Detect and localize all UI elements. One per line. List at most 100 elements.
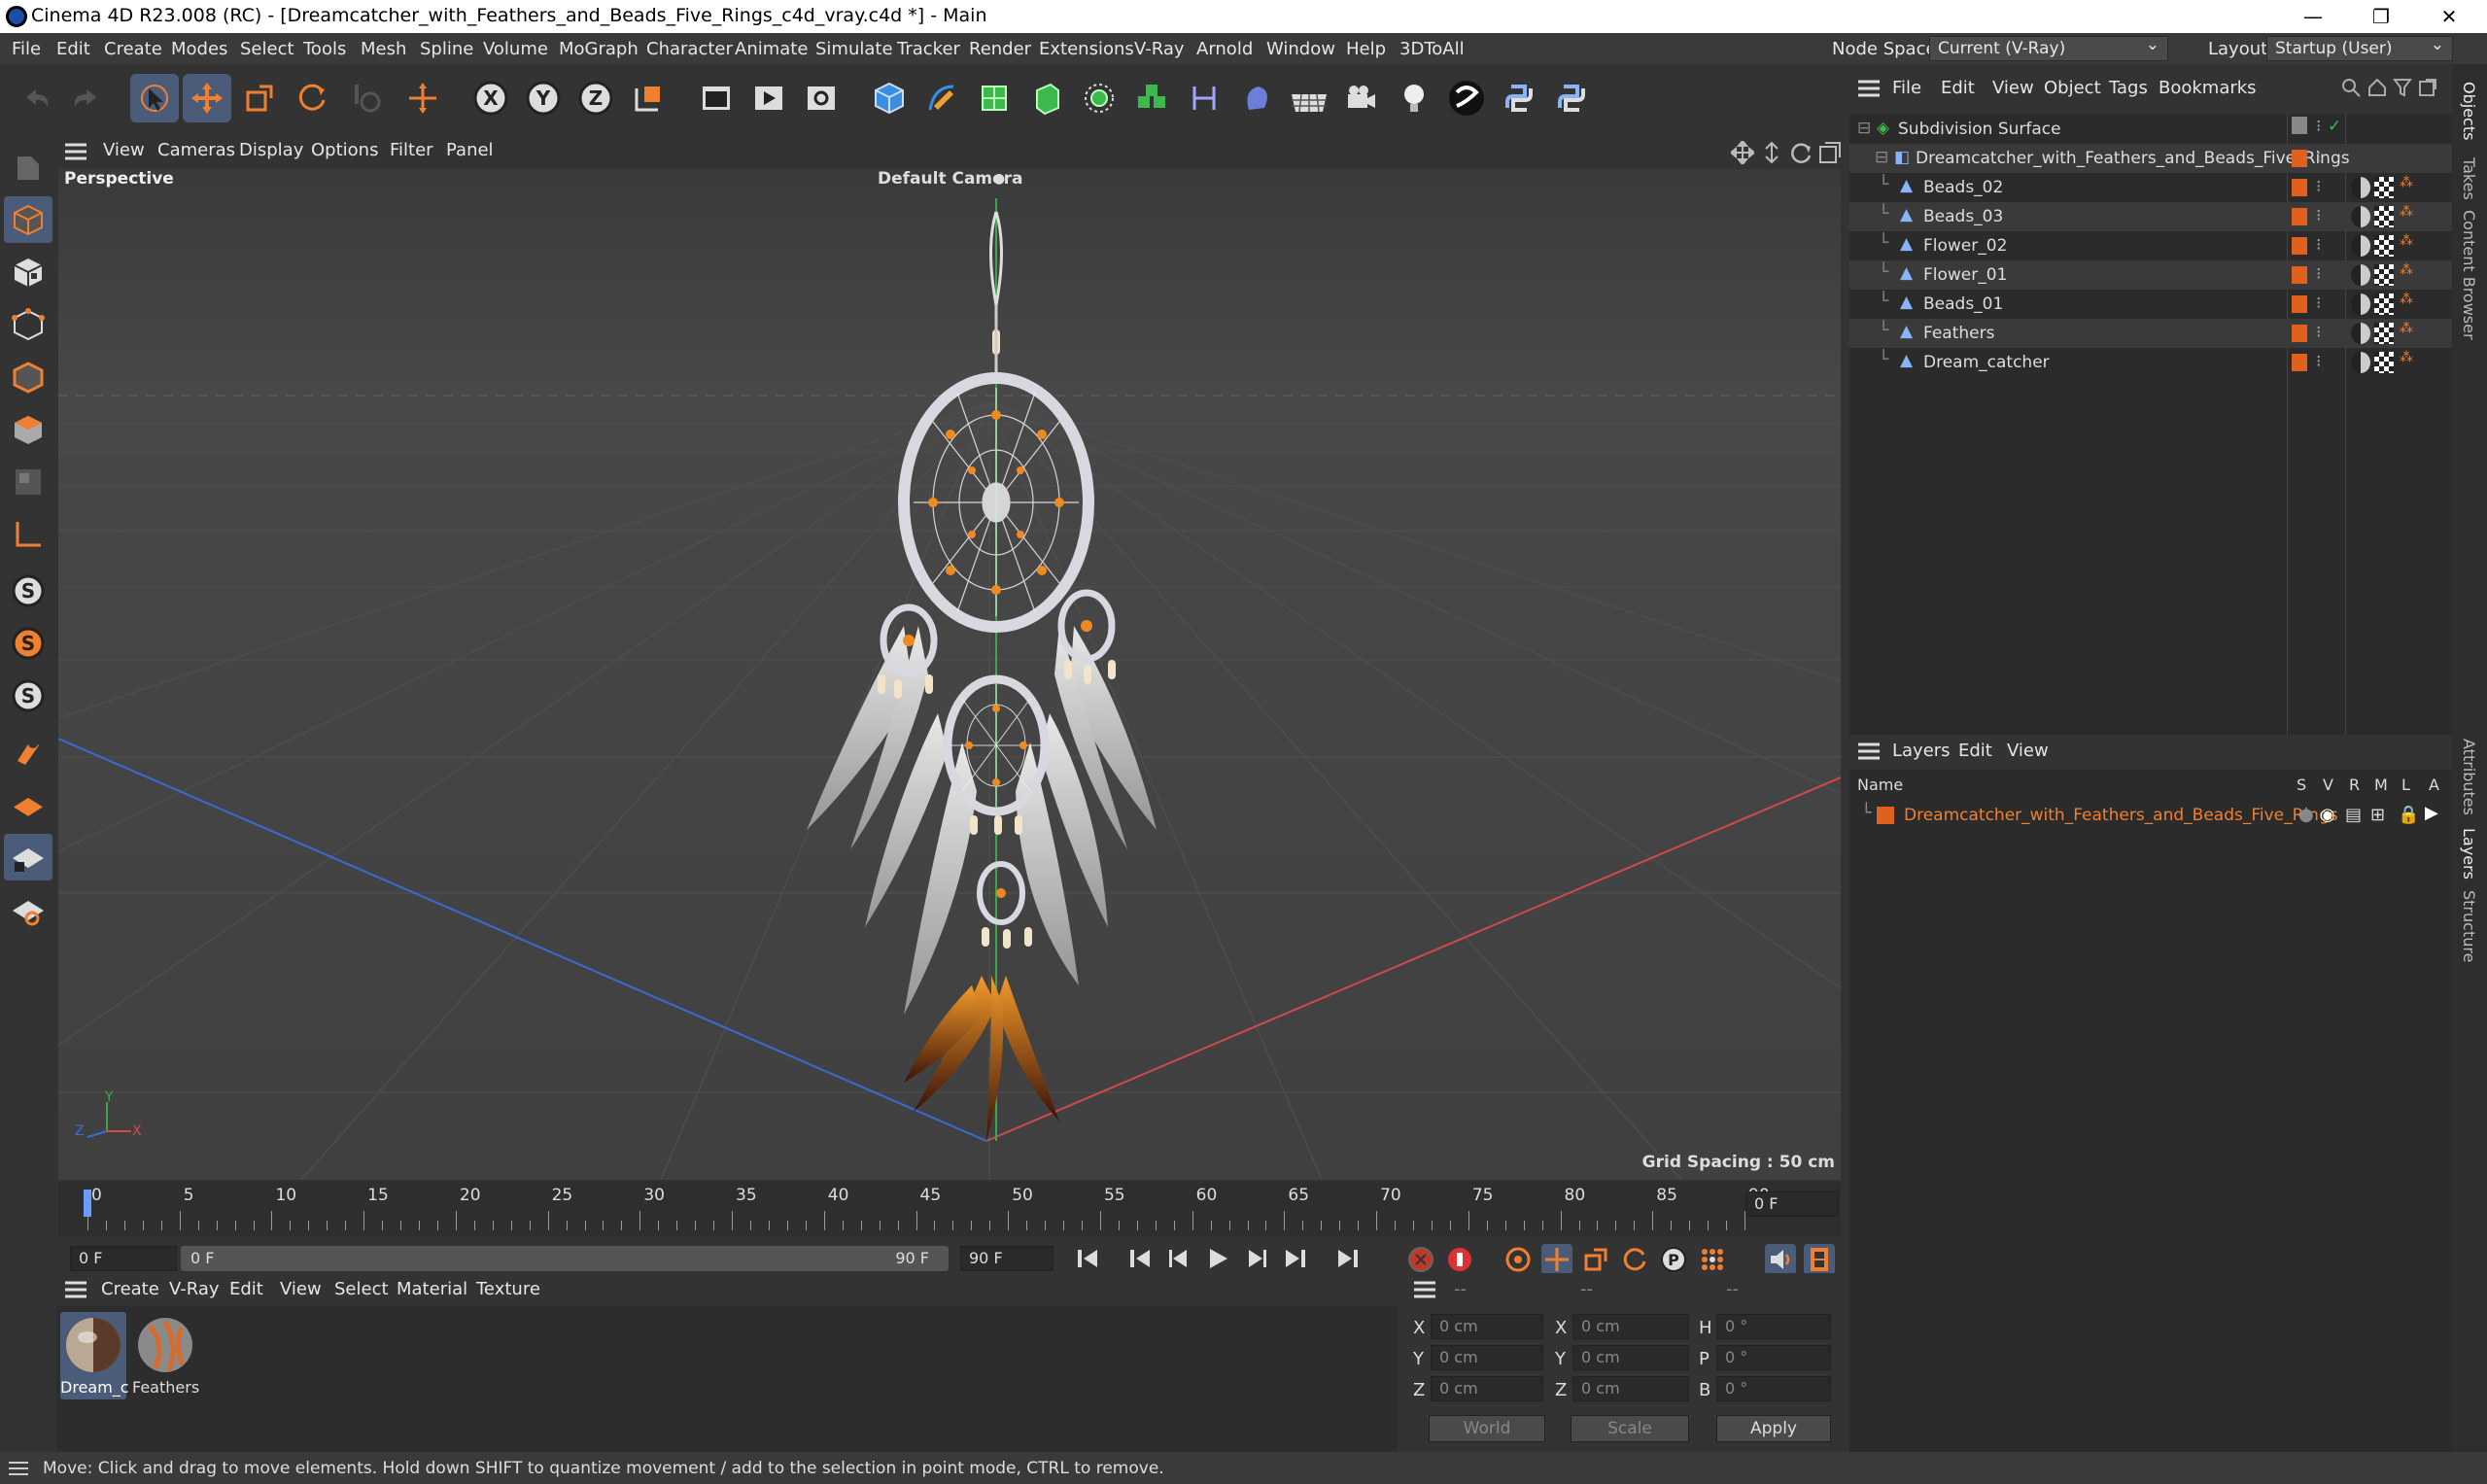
range-slider[interactable]: 0 F 90 F (181, 1246, 949, 1271)
visibility-dots-icon[interactable]: ⁝ (2316, 206, 2321, 225)
menu-volume[interactable]: Volume (483, 39, 548, 59)
autokey-icon[interactable] (1444, 1244, 1475, 1275)
object-row[interactable]: └ ▲ Flower_02 ⁝ ⁂ (1849, 231, 2452, 260)
menu-simulate[interactable]: Simulate (815, 39, 893, 59)
material-menu-material[interactable]: Material (397, 1279, 467, 1299)
viewport-menu-display[interactable]: Display (239, 140, 303, 160)
object-row[interactable]: ⊟ ◈ Subdivision Surface ⁝ ✓ (1849, 115, 2452, 144)
mograph-cloner-icon[interactable] (1127, 74, 1176, 122)
render-view-icon[interactable] (744, 74, 793, 122)
hamburger-menu-icon[interactable] (64, 140, 87, 163)
enabled-check-icon[interactable]: ✓ (2328, 117, 2341, 136)
current-frame-field[interactable]: 0 F (1745, 1191, 1839, 1217)
timeline-film-icon[interactable] (1804, 1244, 1835, 1275)
menu-select[interactable]: Select (240, 39, 294, 59)
perspective-viewport[interactable]: Y X Z Perspective Default Camera ● Grid … (58, 169, 1841, 1180)
menu-modes[interactable]: Modes (171, 39, 227, 59)
size-mode-dropdown[interactable]: Scale (1571, 1415, 1689, 1442)
menu-mesh[interactable]: Mesh (361, 39, 406, 59)
menu-create[interactable]: Create (104, 39, 162, 59)
next-frame-icon[interactable] (1242, 1244, 1271, 1273)
close-button[interactable]: ✕ (2415, 0, 2483, 33)
menu-help[interactable]: Help (1346, 39, 1386, 59)
object-row[interactable]: ⊟ ◧ Dreamcatcher_with_Feathers_and_Beads… (1849, 144, 2452, 173)
status-hamburger-icon[interactable] (8, 1459, 29, 1478)
object-row[interactable]: └ ▲ Dream_catcher ⁝ ⁂ (1849, 348, 2452, 377)
menu-animate[interactable]: Animate (735, 39, 808, 59)
material-menu-edit[interactable]: Edit (229, 1279, 263, 1299)
extrude-icon[interactable] (1022, 74, 1071, 122)
tab-takes[interactable]: Takes (2460, 157, 2478, 200)
end-frame-field[interactable]: 90 F (960, 1246, 1054, 1271)
tab-attributes[interactable]: Attributes (2460, 739, 2478, 815)
coordinate-system-dropdown[interactable]: World (1429, 1415, 1545, 1442)
layer-swatch[interactable] (2292, 208, 2307, 225)
uvw-tag-icon[interactable] (2374, 352, 2394, 373)
light-icon[interactable] (1390, 74, 1438, 122)
layout-dropdown[interactable]: Startup (User) (2266, 35, 2453, 61)
viewport-menu-view[interactable]: View (103, 140, 145, 160)
menu-spline[interactable]: Spline (420, 39, 473, 59)
undo-icon[interactable] (12, 74, 60, 122)
layer-swatch[interactable] (2292, 117, 2307, 134)
visibility-dots-icon[interactable]: ⁝ (2316, 352, 2321, 371)
vray-tag-icon[interactable]: ⁂ (2400, 262, 2413, 278)
render-region-icon[interactable] (692, 74, 741, 122)
model-mode-icon[interactable] (4, 196, 52, 243)
tab-structure[interactable]: Structure (2460, 890, 2478, 962)
size-x-field[interactable]: 0 cm (1572, 1314, 1689, 1339)
vray-tag-icon[interactable]: ⁂ (2400, 321, 2413, 336)
position-key-icon[interactable] (1541, 1244, 1572, 1275)
coordinate-system-icon[interactable] (624, 74, 673, 122)
visibility-dots-icon[interactable]: ⁝ (2316, 264, 2321, 284)
layer-swatch[interactable] (2292, 354, 2307, 371)
make-editable-icon[interactable] (4, 144, 52, 190)
vray-tag-icon[interactable]: ⁂ (2400, 350, 2413, 365)
move-tool-icon[interactable] (183, 74, 231, 122)
material-item[interactable]: Dream_c (60, 1312, 129, 1399)
deformer-icon[interactable] (1180, 74, 1228, 122)
locked-workplane-icon[interactable] (4, 834, 52, 880)
visibility-dots-icon[interactable]: ⁝ (2316, 117, 2321, 136)
record-keys-icon[interactable] (1405, 1244, 1436, 1275)
layer-lock-icon[interactable]: 🔒 (2398, 805, 2419, 825)
uvw-tag-icon[interactable] (2374, 235, 2394, 257)
select-cursor-icon[interactable] (130, 74, 179, 122)
vray-tag-icon[interactable]: ⁂ (2400, 292, 2413, 307)
filter-icon[interactable] (2392, 76, 2413, 99)
playhead[interactable] (84, 1190, 91, 1217)
material-tag-icon[interactable] (2351, 293, 2370, 315)
expand-icon[interactable]: ⊟ (1857, 119, 1871, 138)
home-icon[interactable] (2366, 76, 2388, 99)
start-frame-field[interactable]: 0 F (70, 1246, 177, 1271)
snap-settings-icon[interactable]: S (4, 620, 52, 667)
python-script-icon[interactable] (1495, 74, 1543, 122)
point-level-key-icon[interactable] (1697, 1244, 1728, 1275)
material-menu-view[interactable]: View (280, 1279, 322, 1299)
parameter-key-icon[interactable]: P (1658, 1244, 1689, 1275)
transform-tool-icon[interactable] (398, 74, 447, 122)
uvw-tag-icon[interactable] (2374, 264, 2394, 286)
visibility-dots-icon[interactable]: ⁝ (2316, 235, 2321, 255)
viewport-menu-filter[interactable]: Filter (390, 140, 433, 160)
vray-tag-icon[interactable]: ⁂ (2400, 233, 2413, 249)
previous-key-icon[interactable] (1125, 1244, 1155, 1273)
python-plugin-icon[interactable] (1547, 74, 1596, 122)
render-settings-icon[interactable] (797, 74, 846, 122)
redo-icon[interactable] (62, 74, 111, 122)
tab-layers[interactable]: Layers (2460, 828, 2478, 880)
viewport-rotate-icon[interactable] (1788, 140, 1813, 165)
y-axis-lock-icon[interactable]: Y (519, 74, 568, 122)
menu-render[interactable]: Render (969, 39, 1031, 59)
layer-menu-view[interactable]: View (2007, 741, 2049, 761)
search-icon[interactable] (2340, 76, 2362, 99)
layer-hamburger-icon[interactable] (1857, 741, 1881, 762)
layer-menu-layers[interactable]: Layers (1892, 741, 1951, 761)
apply-button[interactable]: Apply (1716, 1415, 1831, 1442)
camera-icon[interactable] (1337, 74, 1386, 122)
object-row[interactable]: └ ▲ Beads_01 ⁝ ⁂ (1849, 290, 2452, 319)
menu-tracker[interactable]: Tracker (897, 39, 960, 59)
menu-extensions[interactable]: Extensions (1039, 39, 1134, 59)
material-menu-select[interactable]: Select (334, 1279, 389, 1299)
rotation-key-icon[interactable] (1619, 1244, 1650, 1275)
